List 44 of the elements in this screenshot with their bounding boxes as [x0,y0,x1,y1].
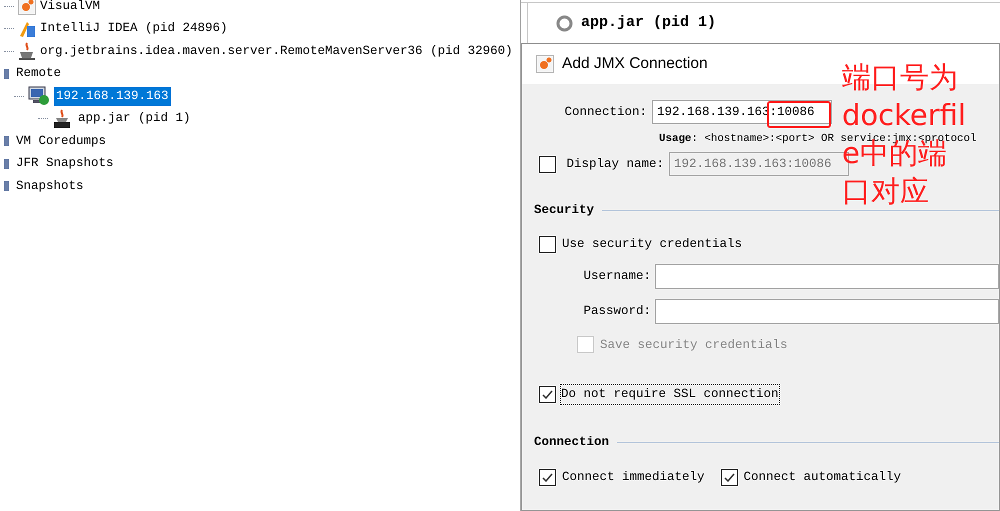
field-label: Username: [582,268,652,285]
checkbox[interactable] [539,468,556,486]
spinner-icon [556,14,573,32]
tab-title: app.jar (pid 1) [581,12,716,33]
app-icon [18,20,36,38]
checkbox[interactable] [539,236,556,253]
field-label: Connection: [563,104,648,121]
check-icon [542,390,553,400]
checkbox-label: Do not require SSL connection [560,384,780,405]
node-icon [4,134,10,148]
tree-item[interactable]: org.jetbrains.idea.maven.server.RemoteMavenServer36 (pid 32960) [40,42,513,61]
tree-item[interactable]: Remote [14,64,64,84]
tree-item[interactable]: VisualVM [40,0,100,16]
checkbox-label: Connect immediately [562,468,705,486]
field-label: Display name: [565,156,665,173]
node-icon [4,179,10,194]
checkbox-label: Use security credentials [562,236,742,253]
check-icon [724,472,735,482]
section-title: Connection [534,434,610,451]
checkbox-label: Connect automatically [744,468,902,486]
checkbox-label: Save security credentials [600,336,788,354]
cup-icon [18,42,36,60]
tree-item[interactable]: 192.168.139.163 [54,86,171,106]
node-icon [4,156,10,171]
dialog-title: Add JMX Connection [562,54,708,74]
computer-icon [28,86,50,106]
password-field[interactable] [655,298,999,324]
tree-item[interactable]: IntelliJ IDEA (pid 24896) [40,19,228,38]
annotation: 端口号为 [842,63,958,91]
annotation: dockerfil [842,101,966,129]
tree-item[interactable]: VM Coredumps [14,132,108,151]
check-icon [542,472,553,482]
annotation: 口对应 [842,177,929,205]
node-icon [4,66,10,81]
app-icon [536,55,554,73]
checkbox[interactable] [539,386,556,404]
checkbox[interactable] [720,468,738,486]
tree-item[interactable]: Snapshots [14,176,86,196]
tree-item[interactable]: app.jar (pid 1) [76,109,193,128]
cup-icon [52,108,72,129]
field-label: Password: [582,302,652,320]
section-title: Security [534,202,594,219]
tree-item[interactable]: JFR Snapshots [14,154,116,174]
username-field[interactable] [655,264,999,288]
